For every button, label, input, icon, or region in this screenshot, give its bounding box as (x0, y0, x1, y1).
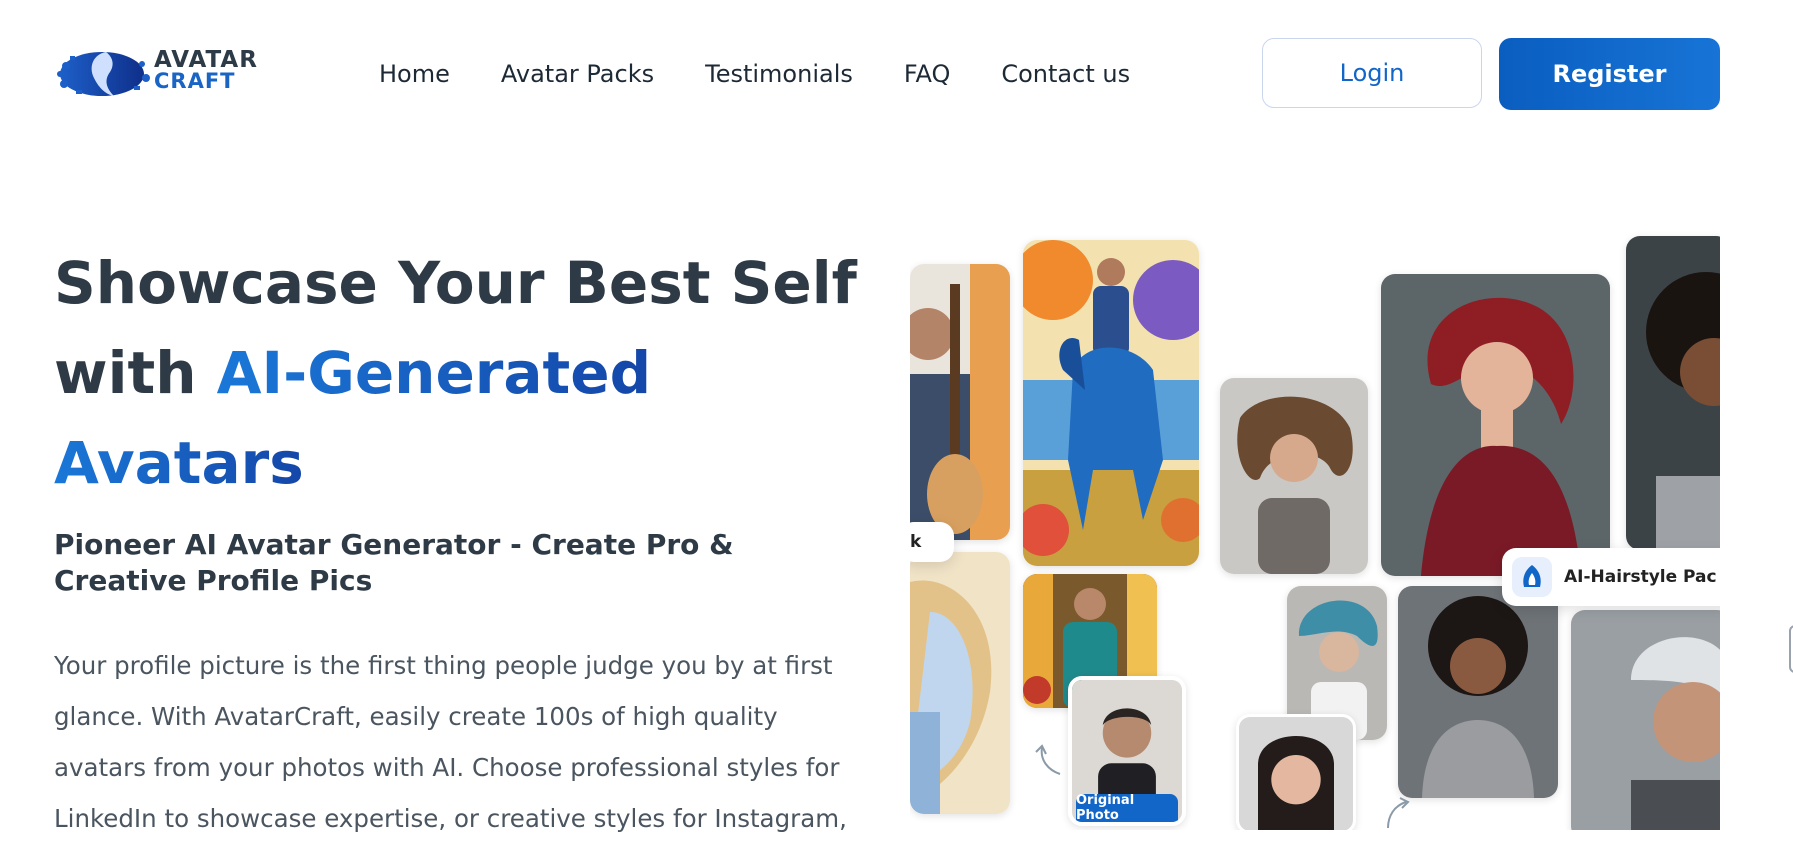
nav-home[interactable]: Home (379, 58, 450, 90)
avatar-image-windblown-woman (1220, 378, 1368, 574)
hero-subtitle: Pioneer AI Avatar Generator - Create Pro… (54, 528, 734, 597)
avatar-collage: k Original Photo AI-Hairstyle Pac (910, 230, 1720, 830)
login-button[interactable]: Login (1262, 38, 1482, 108)
logo-line-1: AVATAR (154, 47, 258, 73)
hero-title-accent-1: AI-Generated (216, 339, 652, 407)
avatarcraft-logo[interactable]: AVATAR CRAFT (54, 44, 274, 104)
logo-wordmark: AVATAR CRAFT (154, 47, 258, 93)
avatar-image-horse-rider (1023, 240, 1199, 566)
avatar-image-afro-woman (1398, 586, 1558, 798)
nav-contact-us[interactable]: Contact us (1001, 58, 1130, 90)
hairstyle-pack-icon (1512, 557, 1552, 597)
side-scroll-handle[interactable] (1789, 625, 1793, 673)
nav-avatar-packs[interactable]: Avatar Packs (501, 58, 654, 90)
logo-mark-icon (57, 52, 150, 96)
nav-testimonials[interactable]: Testimonials (705, 58, 853, 90)
original-photo-card: Original Photo (1068, 676, 1186, 826)
hairstyle-pack-tag[interactable]: AI-Hairstyle Pac (1502, 548, 1720, 606)
curved-arrow-icon (1035, 744, 1061, 775)
original-photo-badge: Original Photo (1076, 793, 1178, 822)
logo-line-2: CRAFT (154, 69, 236, 93)
main-nav: Home Avatar Packs Testimonials FAQ Conta… (379, 58, 1181, 90)
pack-tag-left-label: k (910, 532, 922, 552)
avatar-image-dark-hair-woman (1236, 714, 1356, 830)
avatar-image-curly-hair-man (1626, 236, 1720, 550)
nav-faq[interactable]: FAQ (904, 58, 951, 90)
avatar-image-red-hair-woman (1381, 274, 1610, 576)
hairstyle-pack-label: AI-Hairstyle Pac (1564, 567, 1717, 587)
avatar-image-guitarist (910, 264, 1010, 540)
hero-title-with: with (54, 339, 217, 407)
avatar-image-angel (910, 552, 1010, 814)
pack-tag-left[interactable]: k (910, 522, 954, 562)
hero-title: Showcase Your Best Self with AI-Generate… (54, 238, 874, 508)
hero-description: Your profile picture is the first thing … (54, 651, 847, 833)
hero-title-accent-2: Avatars (54, 429, 304, 497)
register-button[interactable]: Register (1499, 38, 1720, 110)
avatar-image-white-hair-man (1571, 610, 1720, 830)
hero-title-part1: Showcase Your Best Self (54, 249, 857, 317)
curved-arrow-icon-2 (1387, 797, 1410, 829)
